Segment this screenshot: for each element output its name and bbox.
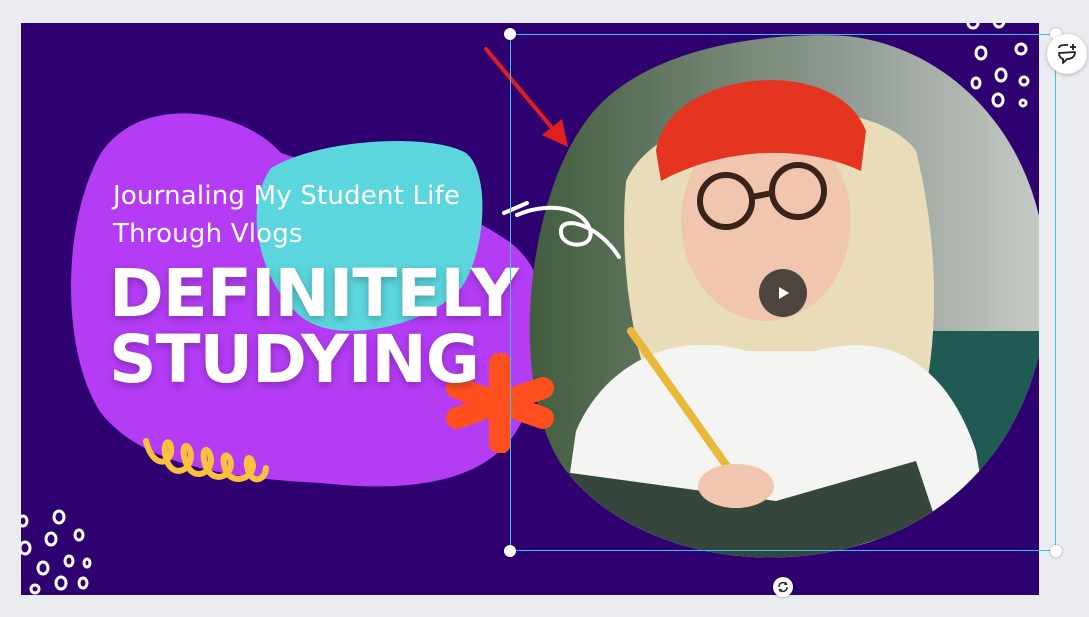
headline-text[interactable]: DEFINITELY STUDYING xyxy=(109,261,569,393)
play-icon xyxy=(779,287,789,299)
rotate-icon xyxy=(778,581,788,593)
video-play-button[interactable] xyxy=(759,269,807,317)
add-comment-button[interactable] xyxy=(1047,34,1087,74)
resize-handle-bottom-left[interactable] xyxy=(504,545,516,557)
headline-line-1: DEFINITELY xyxy=(109,255,519,332)
headline-line-2: STUDYING xyxy=(109,321,480,398)
subtitle-text[interactable]: Journaling My Student Life Through Vlogs xyxy=(113,177,533,253)
resize-handle-bottom-right[interactable] xyxy=(1050,545,1062,557)
resize-handle-top-left[interactable] xyxy=(504,28,516,40)
rotate-handle[interactable] xyxy=(773,577,793,597)
dots-decoration-bottom-left xyxy=(21,509,92,595)
subtitle-line-1: Journaling My Student Life xyxy=(113,181,461,211)
add-comment-icon xyxy=(1058,44,1076,64)
subtitle-line-2: Through Vlogs xyxy=(113,219,303,249)
